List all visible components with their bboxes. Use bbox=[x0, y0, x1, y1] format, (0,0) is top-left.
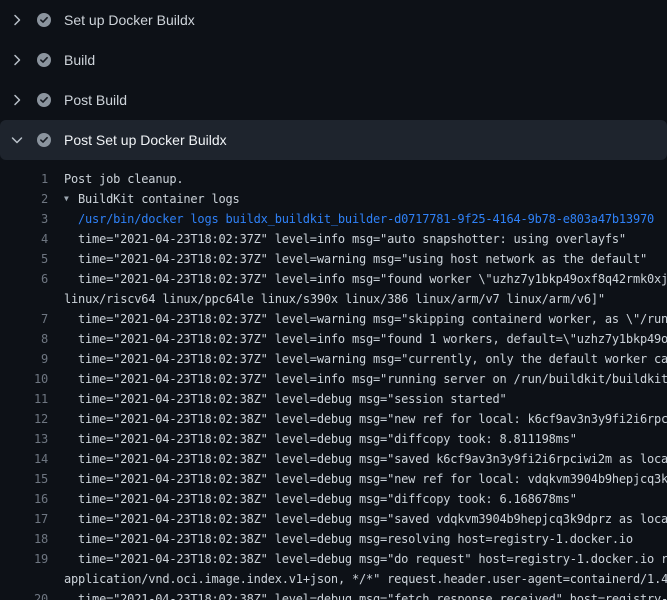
log-line: 1 Post job cleanup. bbox=[0, 169, 667, 189]
step-label: Set up Docker Buildx bbox=[64, 12, 195, 28]
log-text: time="2021-04-23T18:02:37Z" level=info m… bbox=[78, 269, 667, 289]
line-number[interactable]: 10 bbox=[0, 369, 48, 389]
log-text: time="2021-04-23T18:02:38Z" level=debug … bbox=[78, 429, 577, 449]
group-toggle-icon[interactable]: ▼ bbox=[64, 189, 78, 209]
log-line: 6 time="2021-04-23T18:02:37Z" level=info… bbox=[0, 269, 667, 289]
log-text: time="2021-04-23T18:02:37Z" level=info m… bbox=[78, 329, 667, 349]
log-text: BuildKit container logs bbox=[78, 189, 240, 209]
log-text: time="2021-04-23T18:02:38Z" level=debug … bbox=[78, 549, 667, 569]
log-line: application/vnd.oci.image.index.v1+json,… bbox=[0, 569, 667, 589]
step-label: Post Set up Docker Buildx bbox=[64, 132, 227, 148]
log-text: linux/riscv64 linux/ppc64le linux/s390x … bbox=[64, 289, 605, 309]
line-number[interactable] bbox=[0, 569, 48, 589]
line-number[interactable]: 8 bbox=[0, 329, 48, 349]
log-text: time="2021-04-23T18:02:38Z" level=debug … bbox=[78, 589, 667, 600]
line-number[interactable]: 3 bbox=[0, 209, 48, 229]
step-header-set-up-docker-buildx[interactable]: Set up Docker Buildx bbox=[0, 0, 667, 40]
line-number[interactable]: 7 bbox=[0, 309, 48, 329]
log-text: /usr/bin/docker logs buildx_buildkit_bui… bbox=[78, 209, 654, 229]
log-text: time="2021-04-23T18:02:37Z" level=warnin… bbox=[78, 249, 647, 269]
log-text: time="2021-04-23T18:02:38Z" level=debug … bbox=[78, 449, 667, 469]
log-line: 10 time="2021-04-23T18:02:37Z" level=inf… bbox=[0, 369, 667, 389]
line-number[interactable] bbox=[0, 289, 48, 309]
step-header-build[interactable]: Build bbox=[0, 40, 667, 80]
log-line: 11 time="2021-04-23T18:02:38Z" level=deb… bbox=[0, 389, 667, 409]
log-line: 19 time="2021-04-23T18:02:38Z" level=deb… bbox=[0, 549, 667, 569]
log-line: 20 time="2021-04-23T18:02:38Z" level=deb… bbox=[0, 589, 667, 600]
line-number[interactable]: 2 bbox=[0, 189, 48, 209]
line-number[interactable]: 13 bbox=[0, 429, 48, 449]
chevron-icon bbox=[9, 132, 25, 148]
log-text: time="2021-04-23T18:02:37Z" level=warnin… bbox=[78, 349, 667, 369]
check-circle-icon bbox=[37, 53, 51, 67]
line-number[interactable]: 14 bbox=[0, 449, 48, 469]
line-number[interactable]: 17 bbox=[0, 509, 48, 529]
log-text: application/vnd.oci.image.index.v1+json,… bbox=[64, 569, 667, 589]
step-header-post-build[interactable]: Post Build bbox=[0, 80, 667, 120]
check-circle-icon bbox=[37, 93, 51, 107]
log-line: 9 time="2021-04-23T18:02:37Z" level=warn… bbox=[0, 349, 667, 369]
line-number[interactable]: 11 bbox=[0, 389, 48, 409]
line-number[interactable]: 16 bbox=[0, 489, 48, 509]
log-text: time="2021-04-23T18:02:38Z" level=debug … bbox=[78, 409, 667, 429]
log-text: time="2021-04-23T18:02:37Z" level=info m… bbox=[78, 369, 667, 389]
steps-list: Set up Docker Buildx Build P bbox=[0, 0, 667, 160]
log-area: 1 Post job cleanup. 2 ▼ BuildKit contain… bbox=[0, 160, 667, 600]
step-label: Post Build bbox=[64, 92, 127, 108]
log-text: Post job cleanup. bbox=[64, 169, 183, 189]
line-number[interactable]: 9 bbox=[0, 349, 48, 369]
log-line: 14 time="2021-04-23T18:02:38Z" level=deb… bbox=[0, 449, 667, 469]
line-number[interactable]: 20 bbox=[0, 589, 48, 600]
log-line: 4 time="2021-04-23T18:02:37Z" level=info… bbox=[0, 229, 667, 249]
chevron-icon bbox=[9, 92, 25, 108]
log-line: 7 time="2021-04-23T18:02:37Z" level=warn… bbox=[0, 309, 667, 329]
log-line: 16 time="2021-04-23T18:02:38Z" level=deb… bbox=[0, 489, 667, 509]
line-number[interactable]: 1 bbox=[0, 169, 48, 189]
log-line: 2 ▼ BuildKit container logs bbox=[0, 189, 667, 209]
log-line: 17 time="2021-04-23T18:02:38Z" level=deb… bbox=[0, 509, 667, 529]
line-number[interactable]: 12 bbox=[0, 409, 48, 429]
log-line: 13 time="2021-04-23T18:02:38Z" level=deb… bbox=[0, 429, 667, 449]
log-text: time="2021-04-23T18:02:38Z" level=debug … bbox=[78, 509, 667, 529]
log-line: 8 time="2021-04-23T18:02:37Z" level=info… bbox=[0, 329, 667, 349]
log-line: 5 time="2021-04-23T18:02:37Z" level=warn… bbox=[0, 249, 667, 269]
line-number[interactable]: 5 bbox=[0, 249, 48, 269]
line-number[interactable]: 18 bbox=[0, 529, 48, 549]
actions-log-viewer: Set up Docker Buildx Build P bbox=[0, 0, 667, 600]
log-text: time="2021-04-23T18:02:38Z" level=debug … bbox=[78, 489, 577, 509]
line-number[interactable]: 6 bbox=[0, 269, 48, 289]
log-text: time="2021-04-23T18:02:38Z" level=debug … bbox=[78, 389, 507, 409]
check-circle-icon bbox=[37, 133, 51, 147]
log-text: time="2021-04-23T18:02:38Z" level=debug … bbox=[78, 469, 667, 489]
line-number[interactable]: 15 bbox=[0, 469, 48, 489]
step-label: Build bbox=[64, 52, 95, 68]
log-line: 3 /usr/bin/docker logs buildx_buildkit_b… bbox=[0, 209, 667, 229]
chevron-icon bbox=[9, 12, 25, 28]
chevron-icon bbox=[9, 52, 25, 68]
line-number[interactable]: 19 bbox=[0, 549, 48, 569]
log-line: 12 time="2021-04-23T18:02:38Z" level=deb… bbox=[0, 409, 667, 429]
log-line: 18 time="2021-04-23T18:02:38Z" level=deb… bbox=[0, 529, 667, 549]
line-number[interactable]: 4 bbox=[0, 229, 48, 249]
log-line: linux/riscv64 linux/ppc64le linux/s390x … bbox=[0, 289, 667, 309]
log-text: time="2021-04-23T18:02:37Z" level=warnin… bbox=[78, 309, 667, 329]
step-header-post-set-up-docker-buildx[interactable]: Post Set up Docker Buildx bbox=[0, 120, 667, 160]
log-text: time="2021-04-23T18:02:38Z" level=debug … bbox=[78, 529, 633, 549]
log-text: time="2021-04-23T18:02:37Z" level=info m… bbox=[78, 229, 626, 249]
log-line: 15 time="2021-04-23T18:02:38Z" level=deb… bbox=[0, 469, 667, 489]
check-circle-icon bbox=[37, 13, 51, 27]
